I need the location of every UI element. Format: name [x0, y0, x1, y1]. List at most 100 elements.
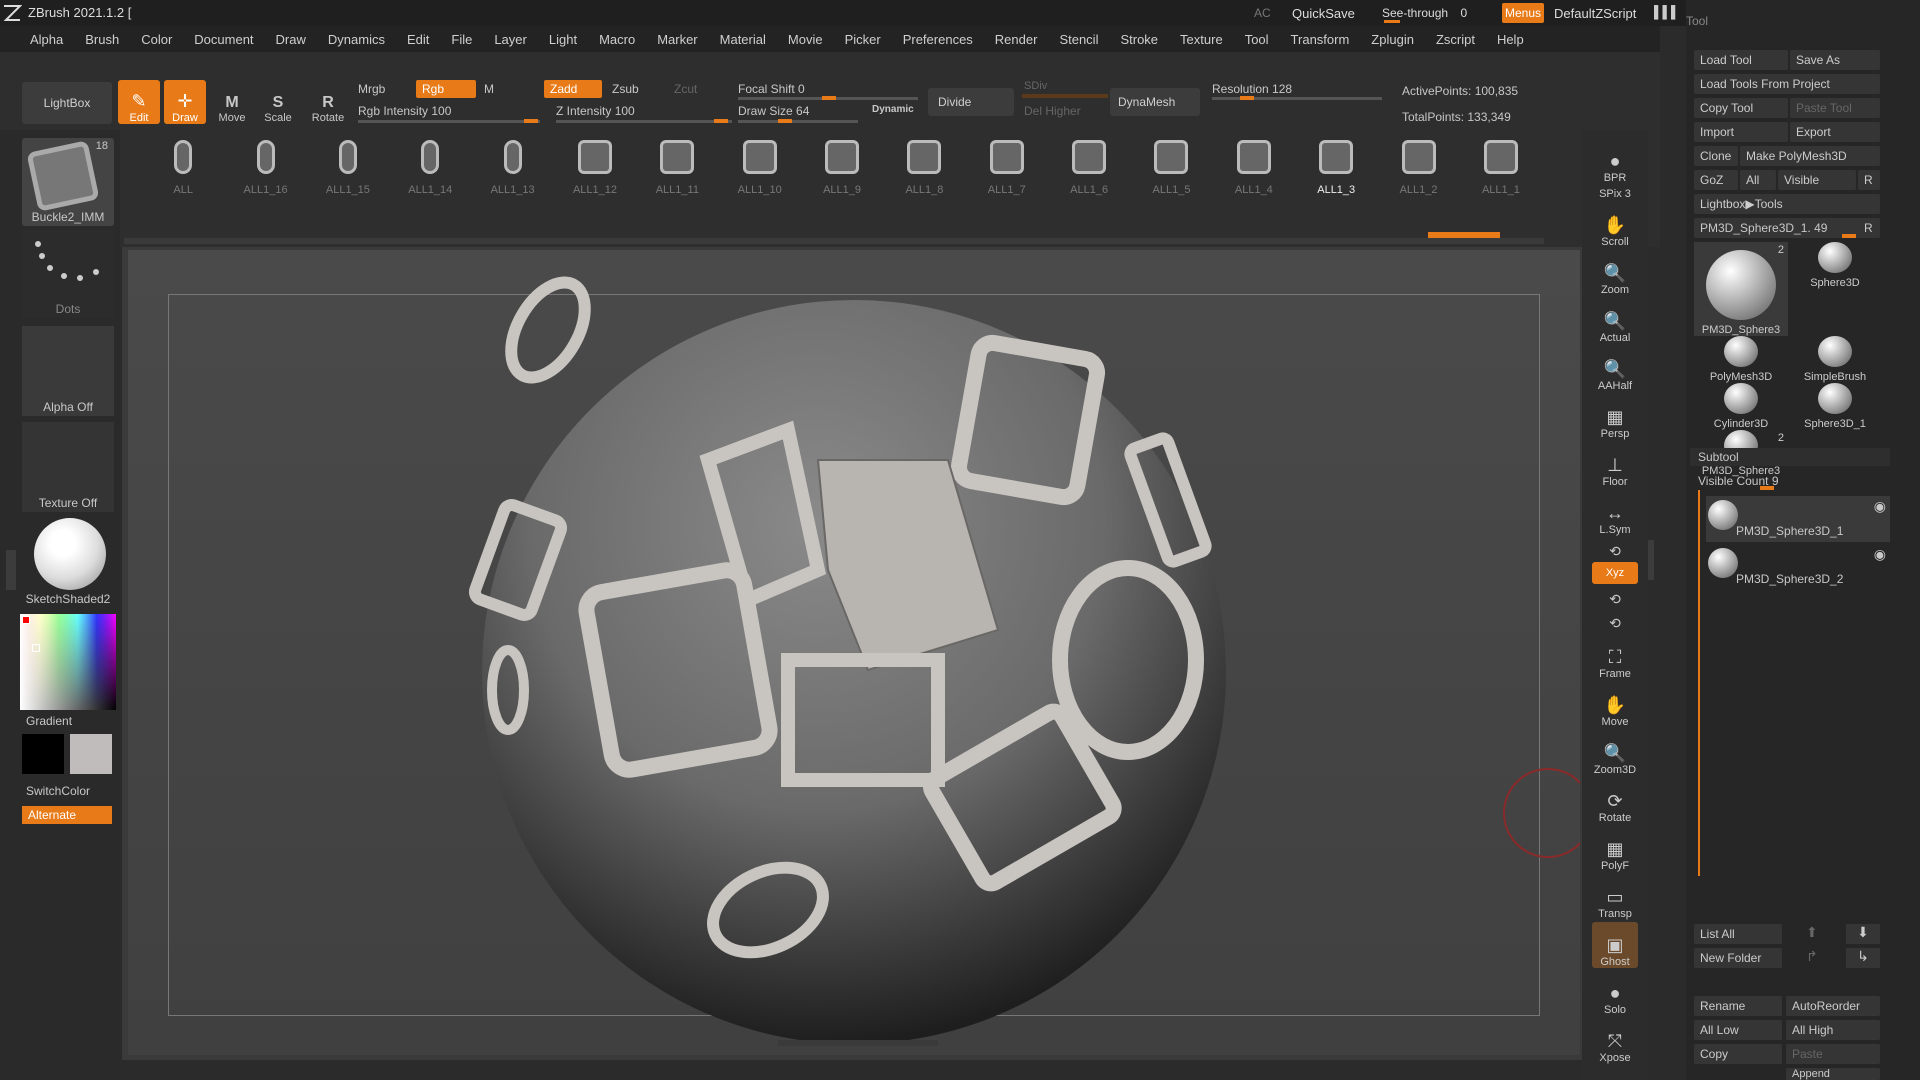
- menu-light[interactable]: Light: [537, 32, 587, 47]
- tool-thumb[interactable]: Sphere3D: [1788, 242, 1882, 289]
- brush-palette-scrollbar[interactable]: [124, 238, 1544, 244]
- menu-stroke[interactable]: Stroke: [1108, 32, 1168, 47]
- draw-button[interactable]: ✛ Draw: [164, 80, 206, 124]
- menu-preferences[interactable]: Preferences: [891, 32, 983, 47]
- goz-button[interactable]: GoZ: [1694, 170, 1738, 190]
- brush-thumb[interactable]: ALL1_1: [1460, 136, 1542, 196]
- subtool-item[interactable]: ◉ PM3D_Sphere3D_1: [1706, 496, 1890, 542]
- polyf-button[interactable]: ▦ PolyF: [1592, 826, 1638, 872]
- rename-button[interactable]: Rename: [1694, 996, 1782, 1016]
- dynamesh-button[interactable]: DynaMesh: [1110, 88, 1200, 116]
- rotate-axis-button[interactable]: ⟲: [1592, 586, 1638, 608]
- subtool-header[interactable]: Subtool: [1690, 448, 1890, 466]
- menu-alpha[interactable]: Alpha: [18, 32, 73, 47]
- lightbox-button[interactable]: LightBox: [22, 82, 112, 124]
- move-button[interactable]: ✋ Move: [1592, 682, 1638, 728]
- secondary-color-swatch[interactable]: [70, 734, 112, 774]
- texture-selector[interactable]: Texture Off: [22, 422, 114, 512]
- floor-button[interactable]: ⊥ Floor: [1592, 442, 1638, 488]
- tool-thumb[interactable]: Cylinder3D: [1694, 383, 1788, 430]
- ghost-button[interactable]: ▣ Ghost: [1592, 922, 1638, 968]
- menu-brush[interactable]: Brush: [73, 32, 129, 47]
- color-picker-cursor[interactable]: [32, 644, 40, 652]
- export-button[interactable]: Export: [1790, 122, 1880, 142]
- goz-all-button[interactable]: All: [1740, 170, 1776, 190]
- xyz-button[interactable]: Xyz: [1592, 562, 1638, 584]
- rotate-axis-button[interactable]: ⟲: [1592, 610, 1638, 632]
- all-high-button[interactable]: All High: [1786, 1020, 1880, 1040]
- scroll-button[interactable]: ✋ Scroll: [1592, 202, 1638, 248]
- gradient-label[interactable]: Gradient: [26, 714, 72, 728]
- zcut-button[interactable]: Zcut: [674, 82, 697, 96]
- brush-thumb[interactable]: ALL1_11: [636, 136, 718, 196]
- menu-color[interactable]: Color: [129, 32, 182, 47]
- brush-thumb[interactable]: ALL1_2: [1377, 136, 1459, 196]
- eye-icon[interactable]: ◉: [1874, 546, 1886, 563]
- tool-thumb[interactable]: Sphere3D_1: [1788, 383, 1882, 430]
- brush-thumb[interactable]: ALL1_4: [1213, 136, 1295, 196]
- subtool-item[interactable]: ◉ PM3D_Sphere3D_2: [1706, 544, 1890, 590]
- l-sym-button[interactable]: ↔ L.Sym: [1592, 490, 1638, 536]
- rgb-intensity-slider[interactable]: Rgb Intensity 100: [358, 102, 540, 124]
- draw-size-slider[interactable]: Draw Size 64 Dynamic: [738, 102, 918, 124]
- menu-dynamics[interactable]: Dynamics: [316, 32, 395, 47]
- arrow-down-icon[interactable]: ⬇: [1846, 924, 1880, 944]
- del-higher-button[interactable]: Del Higher: [1024, 104, 1081, 118]
- arrow-up-icon[interactable]: ⬆: [1806, 924, 1826, 944]
- brush-thumb[interactable]: ALL1_12: [554, 136, 636, 196]
- menus-toggle[interactable]: Menus: [1502, 3, 1544, 23]
- mrgb-button[interactable]: Mrgb: [358, 82, 385, 96]
- sdiv-slider[interactable]: SDiv: [1024, 80, 1047, 92]
- bpr-button[interactable]: ● BPR: [1592, 138, 1638, 184]
- tool-thumb[interactable]: PM3D_Sphere3 2: [1694, 242, 1788, 336]
- menu-zscript[interactable]: Zscript: [1424, 32, 1485, 47]
- transp-button[interactable]: ▭ Transp: [1592, 874, 1638, 920]
- current-tool-slider[interactable]: PM3D_Sphere3D_1. 49 R: [1694, 218, 1880, 238]
- z-intensity-slider[interactable]: Z Intensity 100: [556, 102, 732, 124]
- menu-document[interactable]: Document: [182, 32, 263, 47]
- persp-button[interactable]: ▦ Persp: [1592, 394, 1638, 440]
- make-polymesh-button[interactable]: Make PolyMesh3D: [1740, 146, 1880, 166]
- seethrough-slider[interactable]: See-through 0: [1382, 4, 1492, 23]
- list-all-button[interactable]: List All: [1694, 924, 1782, 944]
- menu-render[interactable]: Render: [983, 32, 1048, 47]
- append-button[interactable]: Append: [1786, 1068, 1880, 1080]
- zadd-button[interactable]: Zadd: [544, 80, 602, 98]
- alpha-selector[interactable]: Alpha Off: [22, 326, 114, 416]
- switchcolor-button[interactable]: SwitchColor: [26, 784, 90, 798]
- rgb-button[interactable]: Rgb: [416, 80, 476, 98]
- stroke-selector[interactable]: Dots: [22, 230, 114, 318]
- rotate-axis-button[interactable]: ⟲: [1592, 538, 1638, 560]
- move-button[interactable]: M Move: [212, 80, 252, 124]
- solo-button[interactable]: ● Solo: [1592, 970, 1638, 1016]
- menu-transform[interactable]: Transform: [1279, 32, 1360, 47]
- move-up-icon[interactable]: ↱: [1806, 948, 1826, 968]
- color-picker[interactable]: [20, 614, 116, 710]
- zoom3d-button[interactable]: 🔍 Zoom3D: [1592, 730, 1638, 776]
- menu-help[interactable]: Help: [1485, 32, 1534, 47]
- tool-thumb[interactable]: PolyMesh3D: [1694, 336, 1788, 383]
- frame-button[interactable]: ⛶ Frame: [1592, 634, 1638, 680]
- menu-material[interactable]: Material: [708, 32, 776, 47]
- viewport-bottom-handle[interactable]: [778, 1040, 938, 1046]
- menu-layer[interactable]: Layer: [482, 32, 537, 47]
- resolution-slider[interactable]: Resolution 128: [1212, 80, 1382, 100]
- menu-tool[interactable]: Tool: [1233, 32, 1279, 47]
- rotate-button[interactable]: ⟳ Rotate: [1592, 778, 1638, 824]
- spix-3-button[interactable]: SPix 3: [1592, 186, 1638, 200]
- paste-subtool-button[interactable]: Paste: [1786, 1044, 1880, 1064]
- copy-subtool-button[interactable]: Copy: [1694, 1044, 1782, 1064]
- brush-thumb[interactable]: ALL1_3: [1295, 136, 1377, 196]
- scale-button[interactable]: S Scale: [258, 80, 298, 124]
- alternate-button[interactable]: Alternate: [22, 806, 112, 824]
- zoom-button[interactable]: 🔍 Zoom: [1592, 250, 1638, 296]
- new-folder-button[interactable]: New Folder: [1694, 948, 1782, 968]
- tool-thumb[interactable]: SimpleBrush: [1788, 336, 1882, 383]
- brush-thumb[interactable]: ALL1_9: [801, 136, 883, 196]
- all-low-button[interactable]: All Low: [1694, 1020, 1782, 1040]
- menu-picker[interactable]: Picker: [833, 32, 891, 47]
- sculpt-model[interactable]: [128, 250, 1580, 1055]
- brush-thumb[interactable]: ALL1_8: [883, 136, 965, 196]
- divide-button[interactable]: Divide: [928, 88, 1014, 116]
- menu-marker[interactable]: Marker: [645, 32, 707, 47]
